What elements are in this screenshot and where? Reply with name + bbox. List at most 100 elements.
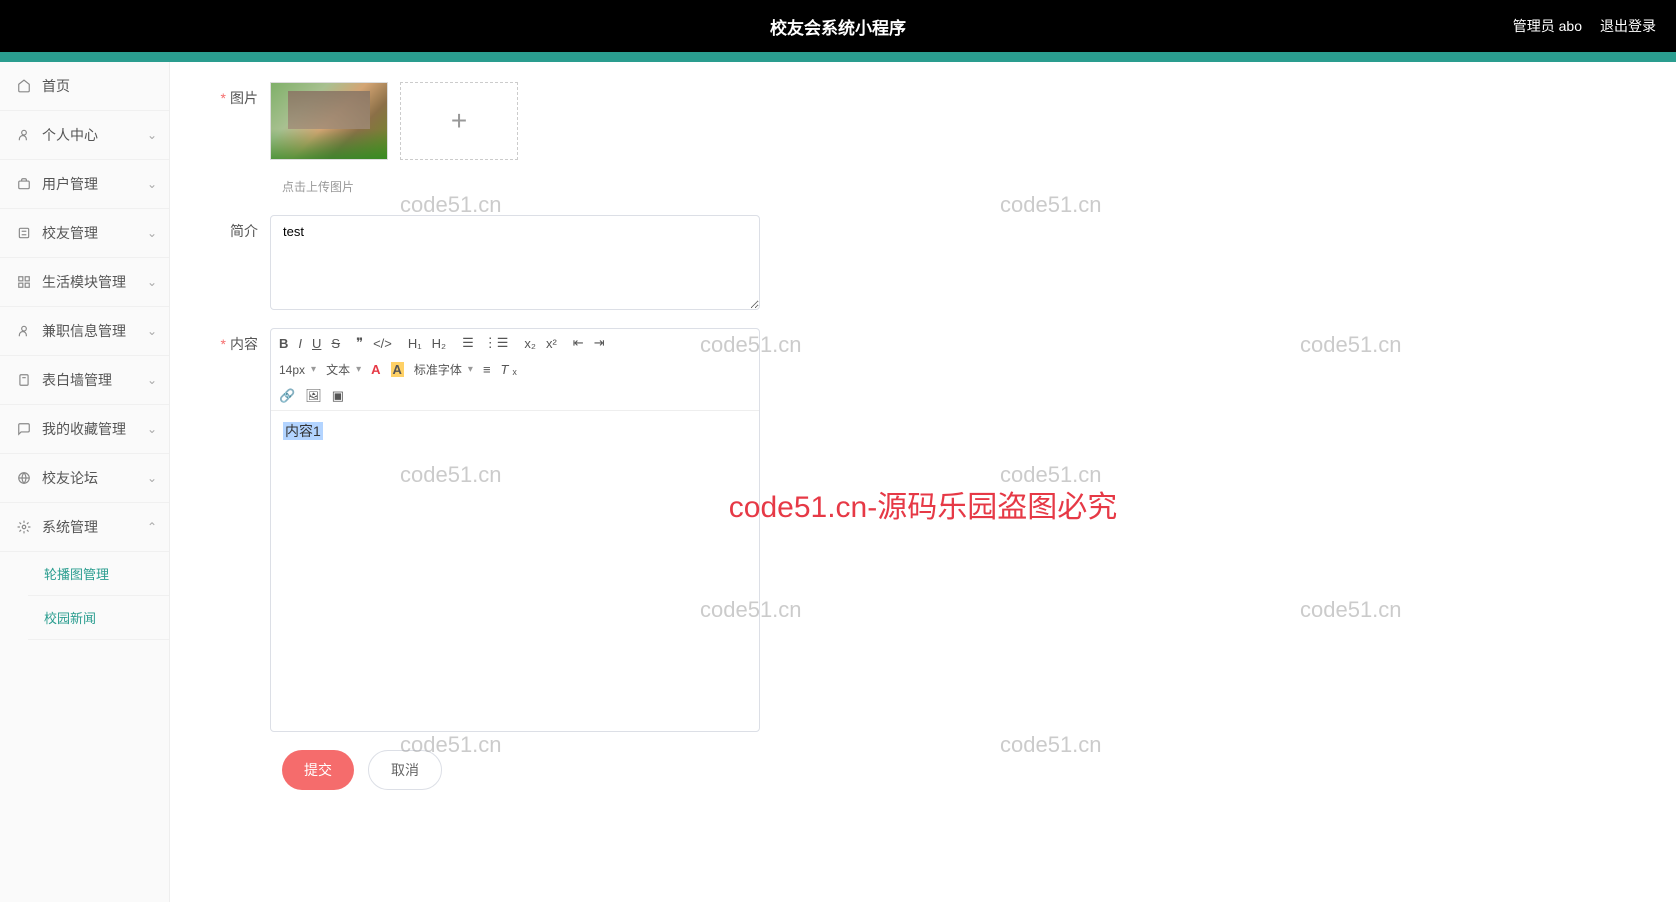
sidebar-item-home[interactable]: 首页	[0, 62, 169, 111]
submit-button[interactable]: 提交	[282, 750, 354, 790]
chevron-down-icon: ⌄	[147, 128, 157, 142]
app-header: 校友会系统小程序 管理员 abo 退出登录	[0, 0, 1676, 52]
main-content: 图片 + 点击上传图片 简介 内容 B I U	[170, 62, 1676, 902]
italic-button[interactable]: I	[298, 336, 302, 351]
strikethrough-button[interactable]: S	[331, 336, 340, 351]
sidebar-item-alumni[interactable]: 校友管理 ⌄	[0, 209, 169, 258]
editor-format-group: B I U S	[279, 336, 340, 351]
editor-script-group: x₂ x²	[524, 336, 556, 351]
superscript-button[interactable]: x²	[546, 336, 557, 351]
editor-row2: 14px 文本 A A 标准字体 ≡ Tₓ	[279, 361, 751, 378]
editor-toolbar: B I U S ❞ </> H₁ H₂ ☰ ⋮☰	[271, 329, 759, 411]
form-row-content: 内容 B I U S ❞ </> H₁ H₂	[210, 328, 1636, 732]
link-button[interactable]: 🔗	[279, 388, 295, 404]
editor-text: 内容1	[283, 422, 323, 440]
editor-content-area[interactable]: 内容1	[271, 411, 759, 731]
sidebar-item-label: 表白墙管理	[42, 370, 112, 390]
submenu-item-news[interactable]: 校园新闻	[28, 596, 169, 640]
clipboard-icon	[16, 372, 32, 388]
sidebar: 首页 个人中心 ⌄ 用户管理 ⌄ 校友管理 ⌄ 生活模块管理 ⌄ 兼职信息管理 …	[0, 62, 170, 902]
image-label: 图片	[210, 82, 270, 108]
content-label: 内容	[210, 328, 270, 354]
unordered-list-button[interactable]: ⋮☰	[484, 335, 509, 351]
editor-quote-group: ❞ </>	[356, 335, 392, 351]
grid-icon	[16, 274, 32, 290]
sidebar-item-system[interactable]: 系统管理 ⌃	[0, 503, 169, 552]
sidebar-item-label: 用户管理	[42, 174, 98, 194]
font-type-select[interactable]: 文本	[326, 361, 361, 378]
sidebar-item-label: 兼职信息管理	[42, 321, 126, 341]
intro-textarea[interactable]	[270, 215, 760, 310]
video-button[interactable]: ▣	[332, 388, 344, 404]
chevron-down-icon: ⌄	[147, 422, 157, 436]
chevron-down-icon: ⌄	[147, 324, 157, 338]
indent-button[interactable]: ⇥	[594, 335, 605, 351]
editor-heading-group: H₁ H₂	[408, 336, 446, 351]
code-button[interactable]: </>	[373, 336, 392, 351]
editor-indent-group: ⇤ ⇥	[573, 335, 605, 351]
cancel-button[interactable]: 取消	[368, 750, 442, 790]
sidebar-item-label: 校友管理	[42, 223, 98, 243]
align-button[interactable]: ≡	[483, 362, 491, 377]
sidebar-item-personal[interactable]: 个人中心 ⌄	[0, 111, 169, 160]
intro-label: 简介	[210, 215, 270, 241]
plus-icon: +	[451, 105, 467, 137]
settings-icon	[16, 519, 32, 535]
quote-button[interactable]: ❞	[356, 335, 363, 351]
chevron-up-icon: ⌃	[147, 520, 157, 534]
sidebar-submenu: 轮播图管理 校园新闻	[0, 552, 169, 640]
editor-row3: 🔗 🖼 ▣	[279, 388, 751, 404]
sidebar-item-life[interactable]: 生活模块管理 ⌄	[0, 258, 169, 307]
globe-icon	[16, 470, 32, 486]
clear-format-button[interactable]: Tₓ	[501, 362, 517, 377]
sidebar-item-favorites[interactable]: 我的收藏管理 ⌄	[0, 405, 169, 454]
subscript-button[interactable]: x₂	[524, 336, 536, 351]
image-preview[interactable]	[270, 82, 388, 160]
chevron-down-icon: ⌄	[147, 373, 157, 387]
app-title: 校友会系统小程序	[770, 14, 906, 39]
chevron-down-icon: ⌄	[147, 471, 157, 485]
bold-button[interactable]: B	[279, 336, 288, 351]
logout-link[interactable]: 退出登录	[1600, 16, 1656, 36]
text-color-button[interactable]: A	[371, 362, 380, 377]
rich-text-editor: B I U S ❞ </> H₁ H₂ ☰ ⋮☰	[270, 328, 760, 732]
sidebar-item-label: 我的收藏管理	[42, 419, 126, 439]
header-right-area: 管理员 abo 退出登录	[1513, 16, 1656, 36]
h1-button[interactable]: H₁	[408, 336, 422, 351]
bg-color-button[interactable]: A	[391, 362, 404, 377]
ordered-list-button[interactable]: ☰	[462, 335, 474, 351]
underline-button[interactable]: U	[312, 336, 321, 351]
briefcase-icon	[16, 176, 32, 192]
form-row-intro: 简介	[210, 215, 1636, 310]
person-icon	[16, 323, 32, 339]
sidebar-item-confession[interactable]: 表白墙管理 ⌄	[0, 356, 169, 405]
user-icon	[16, 127, 32, 143]
home-icon	[16, 78, 32, 94]
chevron-down-icon: ⌄	[147, 275, 157, 289]
sidebar-item-label: 系统管理	[42, 517, 98, 537]
sidebar-item-parttime[interactable]: 兼职信息管理 ⌄	[0, 307, 169, 356]
submenu-item-carousel[interactable]: 轮播图管理	[28, 552, 169, 596]
form-row-image: 图片 +	[210, 82, 1636, 160]
main-container: 首页 个人中心 ⌄ 用户管理 ⌄ 校友管理 ⌄ 生活模块管理 ⌄ 兼职信息管理 …	[0, 62, 1676, 902]
upload-hint: 点击上传图片	[282, 178, 1636, 195]
image-button[interactable]: 🖼	[305, 388, 322, 404]
sidebar-item-users[interactable]: 用户管理 ⌄	[0, 160, 169, 209]
image-upload-button[interactable]: +	[400, 82, 518, 160]
sidebar-item-label: 个人中心	[42, 125, 98, 145]
font-size-select[interactable]: 14px	[279, 363, 316, 377]
sidebar-item-label: 生活模块管理	[42, 272, 126, 292]
h2-button[interactable]: H₂	[432, 336, 446, 351]
list-icon	[16, 225, 32, 241]
editor-list-group: ☰ ⋮☰	[462, 335, 508, 351]
font-family-select[interactable]: 标准字体	[414, 361, 473, 378]
accent-bar	[0, 52, 1676, 62]
sidebar-item-forum[interactable]: 校友论坛 ⌄	[0, 454, 169, 503]
sidebar-item-label: 校友论坛	[42, 468, 98, 488]
admin-label[interactable]: 管理员 abo	[1513, 16, 1582, 36]
sidebar-item-label: 首页	[42, 76, 70, 96]
outdent-button[interactable]: ⇤	[573, 335, 584, 351]
image-preview-area: +	[270, 82, 518, 160]
chevron-down-icon: ⌄	[147, 226, 157, 240]
chevron-down-icon: ⌄	[147, 177, 157, 191]
